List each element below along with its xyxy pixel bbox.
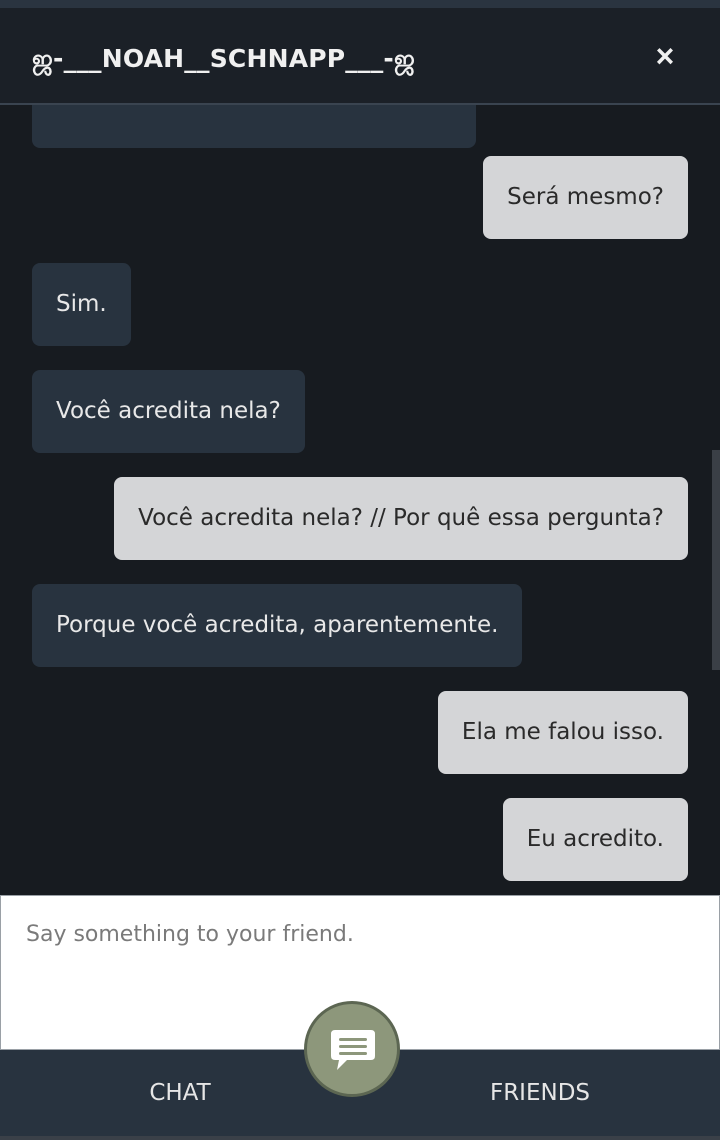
message-text: Eu acredito. [526,826,664,852]
message-bubble-sent: Ela me falou isso. [437,691,688,774]
chat-bubble-icon [331,1030,375,1070]
message-text: Você acredita nela? [56,398,281,424]
message-bubble-received: Porque você acredita, aparentemente. [32,584,523,667]
message-bubble-sent: Eu acredito. [502,798,688,881]
message-bubble-sent: Você acredita nela? // Por quê essa perg… [114,477,688,560]
message-text: Porque você acredita, aparentemente. [56,612,499,638]
message-bubble-sent: Será mesmo? [483,156,688,239]
message-bubble-partial [32,105,476,148]
message-text: Sim. [56,291,107,317]
close-button[interactable]: × [650,38,680,74]
chat-screen: ஜ-___NOAH__SCHNAPP___-ஜ × Será mesmo? Si… [0,0,720,1140]
message-text: Você acredita nela? // Por quê essa perg… [138,505,664,531]
chat-header: ஜ-___NOAH__SCHNAPP___-ஜ × [0,8,720,105]
message-text: Será mesmo? [507,184,664,210]
chat-fab-button[interactable] [304,1001,400,1097]
message-bubble-received: Sim. [32,263,131,346]
status-strip [0,0,720,8]
message-bubble-received: Você acredita nela? [32,370,305,453]
scrollbar-thumb[interactable] [712,450,720,670]
nav-divider [0,1136,720,1140]
message-text: Ela me falou isso. [461,719,664,745]
tab-friends[interactable]: FRIENDS [360,1050,720,1136]
message-list[interactable]: Será mesmo? Sim. Você acredita nela? Voc… [0,105,720,895]
conversation-title: ஜ-___NOAH__SCHNAPP___-ஜ [32,44,416,73]
